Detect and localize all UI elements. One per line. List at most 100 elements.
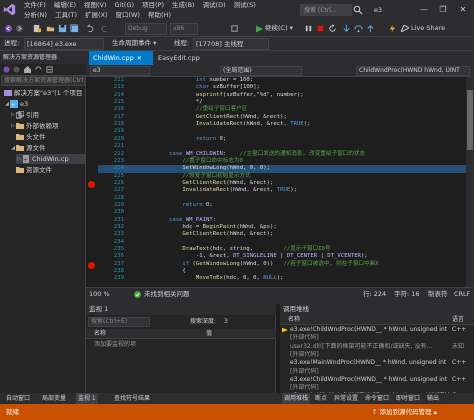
bottom-tab[interactable]: 自动窗口 [4, 393, 32, 404]
platform-dropdown[interactable]: x86 [170, 23, 198, 35]
code-line[interactable]: 239 MoveToEx(hdc, 0, 0, NULL); [86, 275, 466, 282]
breakpoint-icon[interactable] [88, 181, 95, 188]
menu-debug[interactable]: 调试(D) [199, 0, 230, 10]
bottom-tab[interactable]: 异常设置 [332, 393, 360, 404]
code-line[interactable]: 237 if (GetWindowLong(hWnd, 0)) //若子窗口被选… [86, 261, 466, 268]
code-line[interactable]: 226 GetClientRect(hWnd, &rect); [86, 180, 466, 187]
bottom-tab[interactable]: 调用堆栈 [282, 393, 311, 404]
forward-icon[interactable] [13, 66, 20, 73]
close-icon[interactable]: ✕ [137, 55, 142, 62]
function-nav-dropdown[interactable]: ChildWndProc(HWND hWnd, UINT [356, 66, 470, 76]
bottom-tab[interactable]: 查找符号结果 [112, 393, 152, 404]
watch-search-input[interactable]: 搜索(Ctrl+E) [88, 317, 150, 327]
back-icon[interactable] [4, 24, 13, 33]
code-line[interactable]: 214 wsprintf(szBuffer,"%d", number); [86, 92, 466, 99]
search-depth-dropdown[interactable]: 3 [224, 317, 228, 327]
code-line[interactable]: 222 case WM_CHILDWIN: //主窗口发送的通知消息, 改变重绘… [86, 151, 466, 158]
watch-col-name[interactable]: 名称 [94, 329, 106, 339]
tree-solution[interactable]: 解决方案"e3"(1 个项目 [4, 88, 82, 98]
editor-scrollbar-thumb[interactable] [467, 90, 473, 150]
breakpoint-icon[interactable] [88, 262, 95, 269]
bottom-tab[interactable]: 命令窗口 [363, 393, 391, 404]
call-stack-row[interactable]: e3.exe!ChildWndProc(HWND__ * hWnd, unsig… [280, 376, 474, 384]
menu-edit[interactable]: 编辑(E) [50, 0, 80, 10]
save-icon[interactable] [58, 24, 67, 33]
watch-add-row[interactable]: 添加要监视的项 [86, 340, 276, 349]
code-line[interactable]: 225 //恢复子窗口初始显示方式 [86, 173, 466, 180]
code-line[interactable]: 228 [86, 195, 466, 202]
step-over-icon[interactable] [354, 24, 363, 33]
code-line[interactable]: 221 [86, 143, 466, 150]
menu-analyze[interactable]: 分析(N) [20, 10, 51, 20]
cs-col-name[interactable]: 名称 [288, 315, 300, 325]
bottom-tab[interactable]: 输出 [425, 393, 441, 404]
search-input[interactable]: 搜索 (Ctrl... [300, 4, 352, 16]
call-stack-row[interactable]: e3.exe!MainWndProc(HWND__ * hWnd, unsign… [280, 359, 474, 367]
menu-git[interactable]: Git(G) [111, 0, 139, 10]
code-line[interactable]: 229 return 0; [86, 202, 466, 209]
scope-nav-dropdown[interactable]: (全局范围) [220, 66, 302, 76]
code-line[interactable]: 233 GetClientRect(hWnd, &rect); [86, 231, 466, 238]
step-out-icon[interactable] [366, 24, 375, 33]
bottom-tab[interactable]: 断点 [313, 393, 329, 404]
maximize-button[interactable]: ❐ [437, 3, 449, 17]
menu-build[interactable]: 生成(B) [168, 0, 199, 10]
code-line[interactable]: 227 InvalidateRect(hWnd, &rect, TRUE); [86, 187, 466, 194]
tree-file-chidwin[interactable]: ▷ + ChidWin.cp [16, 154, 86, 164]
back-icon[interactable] [3, 66, 10, 73]
code-line[interactable]: 231 case WM_PAINT: [86, 217, 466, 224]
thread-dropdown[interactable]: [17708] 主线程 [193, 38, 269, 50]
code-line[interactable]: 236 -1, &rect, DT_SINGLELINE | DT_CENTER… [86, 253, 466, 260]
new-item-icon[interactable] [32, 24, 41, 33]
code-line[interactable]: 232 hdc = BeginPaint(hWnd, &ps); [86, 224, 466, 231]
solution-config-dropdown[interactable]: Debug [125, 23, 167, 35]
step-into-icon[interactable] [342, 24, 351, 33]
tree-header-files[interactable]: 头文件 [16, 132, 46, 142]
bottom-tab[interactable]: 即时窗口 [394, 393, 422, 404]
code-editor[interactable]: 212 int number = 100; 213 char szBuffer[1… [86, 77, 466, 287]
tab-easyedit-cpp[interactable]: EasyEdit.cpp [154, 51, 210, 65]
hot-reload-icon[interactable] [388, 24, 397, 33]
tree-project-e3[interactable]: ◢ + e3 [4, 99, 28, 109]
call-stack-row[interactable]: user32.dll![下面的框架可能不正确和/或缺失, 没有... 未知 [280, 343, 474, 351]
call-stack-row[interactable]: [外部代码] [280, 334, 474, 342]
tree-references[interactable]: ▷ 引用 [10, 110, 39, 120]
tab-chidwin-cpp[interactable]: ChidWin.cpp ✕ [89, 51, 153, 65]
menu-test[interactable]: 测试(S) [230, 0, 260, 10]
call-stack-row[interactable]: [外部代码] [280, 368, 474, 376]
cs-col-lang[interactable]: 语言 [452, 315, 464, 325]
code-line[interactable]: 213 char szBuffer[100]; [86, 84, 466, 91]
code-line[interactable]: 218 InvalidateRect(hWnd, &rect, TRUE); [86, 121, 466, 128]
restart-icon[interactable] [328, 24, 337, 33]
pause-icon[interactable] [304, 24, 313, 33]
call-stack-row[interactable]: [外部代码] [280, 351, 474, 359]
open-folder-icon[interactable] [46, 24, 55, 33]
search-icon[interactable] [353, 5, 363, 15]
bottom-tab[interactable]: 局部变量 [40, 393, 68, 404]
lifecycle-events-dropdown[interactable]: 生命周期事件 ▾ [112, 37, 156, 49]
menu-file[interactable]: 文件(F) [20, 0, 50, 10]
call-stack-row[interactable]: e3.exe!ChildWndProc(HWND__ * hWnd, unsig… [280, 326, 474, 334]
project-nav-dropdown[interactable]: e3 [90, 66, 150, 76]
tree-resource-files[interactable]: 资源文件 [16, 165, 52, 175]
code-line[interactable]: 217 GetClientRect(hWnd, &rect); [86, 114, 466, 121]
solution-search-input[interactable]: 搜索解决方案资源管理器(Ctrl+;) [1, 75, 85, 86]
code-line[interactable]: 230 [86, 209, 466, 216]
menu-extensions[interactable]: 扩展(X) [81, 10, 112, 20]
code-line[interactable]: 234 [86, 239, 466, 246]
sync-icon[interactable] [35, 66, 42, 73]
code-line[interactable]: 216 //重绘子窗口客户区 [86, 106, 466, 113]
menu-project[interactable]: 项目(P) [138, 0, 168, 10]
code-line[interactable]: 235 DrawText(hdc, string, //显示子窗口ID号 [86, 246, 466, 253]
close-window-button[interactable]: ✕ [457, 3, 469, 17]
menu-window[interactable]: 窗口(W) [112, 10, 145, 20]
attach-icon[interactable] [230, 24, 239, 33]
menu-view[interactable]: 视图(V) [80, 0, 111, 10]
save-all-icon[interactable] [70, 24, 79, 33]
watch-col-value[interactable]: 值 [206, 329, 212, 339]
code-line[interactable]: 219 [86, 128, 466, 135]
home-icon[interactable] [24, 66, 31, 73]
code-line[interactable]: 223 //置子窗口命中标志为0 [86, 158, 466, 165]
process-dropdown[interactable]: [16864] e3.exe [24, 38, 104, 50]
menu-help[interactable]: 帮助(H) [144, 10, 175, 20]
